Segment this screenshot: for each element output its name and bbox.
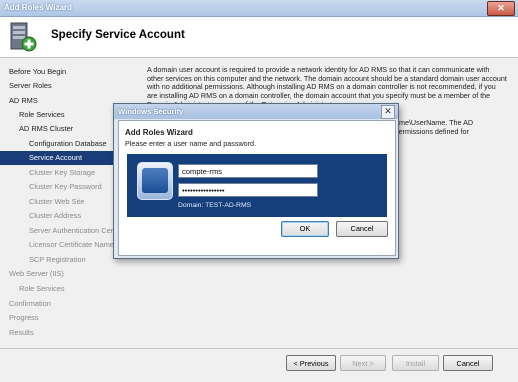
nav-item-cluster-key-password[interactable]: Cluster Key Password [29, 180, 102, 194]
dialog-instructions: Please enter a user name and password. [125, 139, 257, 148]
page-title: Specify Service Account [51, 29, 185, 41]
nav-item-ad-rms[interactable]: AD RMS [9, 94, 38, 108]
credential-tile-panel: compte-rms •••••••••••••••• Domain: TEST… [127, 154, 387, 217]
dialog-heading: Add Roles Wizard [125, 128, 193, 137]
next-button[interactable]: Next > [340, 355, 386, 371]
username-field[interactable]: compte-rms [178, 164, 318, 178]
close-icon[interactable]: ✕ [487, 1, 515, 16]
footer-divider [0, 348, 518, 349]
user-tile-icon [137, 162, 173, 200]
nav-item-scp-registration[interactable]: SCP Registration [29, 253, 86, 267]
nav-item-configuration-database[interactable]: Configuration Database [29, 137, 107, 151]
install-button[interactable]: Install [392, 355, 439, 371]
ok-button[interactable]: OK [281, 221, 329, 237]
previous-button[interactable]: < Previous [286, 355, 336, 371]
cancel-button[interactable]: Cancel [443, 355, 493, 371]
windows-security-dialog: Windows Security ✕ Add Roles Wizard Plea… [113, 103, 399, 259]
wizard-header: Specify Service Account [0, 17, 518, 58]
nav-item-before-you-begin[interactable]: Before You Begin [9, 65, 66, 79]
nav-item-web-server-iis[interactable]: Web Server (IIS) [9, 267, 64, 281]
wizard-title: Add Roles Wizard [4, 3, 72, 12]
nav-item-ad-rms-cluster[interactable]: AD RMS Cluster [19, 122, 73, 136]
nav-item-iis-role-services[interactable]: Role Services [19, 282, 65, 296]
nav-item-progress[interactable]: Progress [9, 311, 39, 325]
dialog-title-bar[interactable]: Windows Security ✕ [114, 104, 398, 119]
domain-label: Domain: TEST-AD-RMS [178, 202, 252, 209]
nav-item-cluster-web-site[interactable]: Cluster Web Site [29, 195, 84, 209]
dialog-body: Add Roles Wizard Please enter a user nam… [118, 120, 396, 256]
password-field[interactable]: •••••••••••••••• [178, 183, 318, 197]
dialog-title: Windows Security [118, 107, 184, 116]
nav-item-confirmation[interactable]: Confirmation [9, 297, 51, 311]
close-icon[interactable]: ✕ [381, 105, 395, 119]
nav-item-cluster-key-storage[interactable]: Cluster Key Storage [29, 166, 95, 180]
nav-item-results[interactable]: Results [9, 326, 34, 340]
wizard-title-bar[interactable]: Add Roles Wizard ✕ [0, 0, 518, 17]
nav-item-cluster-address[interactable]: Cluster Address [29, 209, 81, 223]
dialog-cancel-button[interactable]: Cancel [336, 221, 388, 237]
nav-item-role-services[interactable]: Role Services [19, 108, 65, 122]
nav-item-server-roles[interactable]: Server Roles [9, 79, 52, 93]
server-add-role-icon [10, 22, 37, 52]
